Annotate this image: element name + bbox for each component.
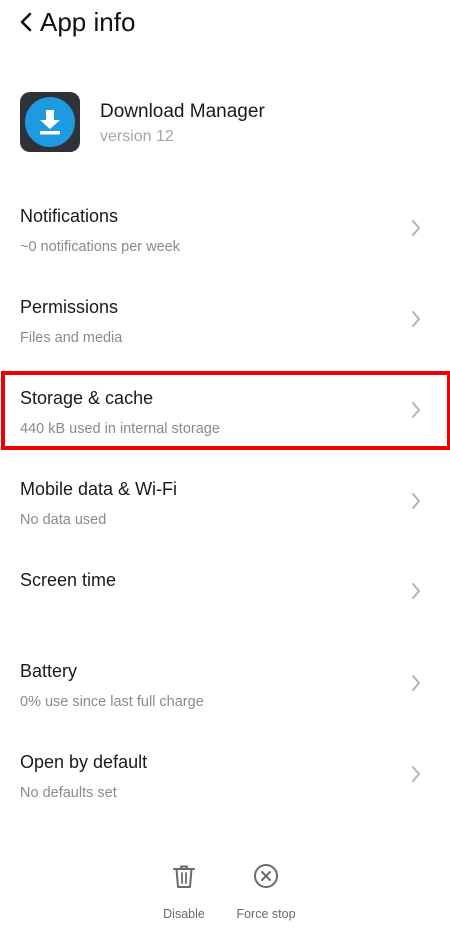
chevron-right-icon: [412, 675, 420, 691]
settings-item-storage[interactable]: Storage & cache 440 kB used in internal …: [0, 386, 450, 476]
settings-item-title: Notifications: [20, 206, 119, 226]
download-app-icon: [20, 92, 80, 152]
settings-item-title: Storage & cache: [20, 388, 154, 408]
chevron-right-icon: [412, 493, 420, 509]
chevron-right-icon: [412, 220, 420, 236]
bottom-action-bar: Disable Force stop: [0, 858, 450, 929]
settings-item-subtitle: Files and media: [20, 330, 123, 346]
settings-item-title: Screen time: [20, 570, 117, 590]
chevron-right-icon: [412, 583, 420, 599]
settings-item-mobile-data[interactable]: Mobile data & Wi-Fi No data used: [0, 477, 450, 567]
force-stop-button[interactable]: Force stop: [221, 858, 311, 926]
chevron-right-icon: [412, 311, 420, 327]
settings-item-permissions[interactable]: Permissions Files and media: [0, 295, 450, 385]
settings-item-subtitle: ~0 notifications per week: [20, 239, 180, 255]
trash-icon: [173, 865, 195, 888]
settings-item-subtitle: No defaults set: [20, 785, 117, 801]
settings-item-subtitle: 440 kB used in internal storage: [20, 421, 220, 437]
settings-item-battery[interactable]: Battery 0% use since last full charge: [0, 659, 450, 749]
app-version: version 12: [100, 128, 174, 145]
back-button[interactable]: [14, 8, 38, 36]
page-title: App info: [40, 7, 136, 37]
disable-label: Disable: [163, 907, 205, 921]
settings-item-title: Battery: [20, 661, 78, 681]
app-header: Download Manager version 12: [20, 92, 430, 154]
chevron-right-icon: [412, 766, 420, 782]
settings-item-title: Open by default: [20, 752, 148, 772]
app-name: Download Manager: [100, 101, 265, 122]
force-stop-label: Force stop: [236, 907, 296, 921]
chevron-left-icon: [20, 12, 32, 32]
settings-item-subtitle: No data used: [20, 512, 107, 528]
close-circle-icon: [254, 864, 278, 888]
top-app-bar: App info: [0, 0, 450, 48]
settings-item-open-by-default[interactable]: Open by default No defaults set: [0, 750, 450, 840]
settings-item-title: Permissions: [20, 297, 119, 317]
settings-item-notifications[interactable]: Notifications ~0 notifications per week: [0, 204, 450, 294]
disable-button[interactable]: Disable: [139, 858, 229, 926]
settings-item-title: Mobile data & Wi-Fi: [20, 479, 178, 499]
settings-item-subtitle: 0% use since last full charge: [20, 694, 204, 710]
chevron-right-icon: [412, 402, 420, 418]
settings-item-screen-time[interactable]: Screen time: [0, 568, 450, 658]
